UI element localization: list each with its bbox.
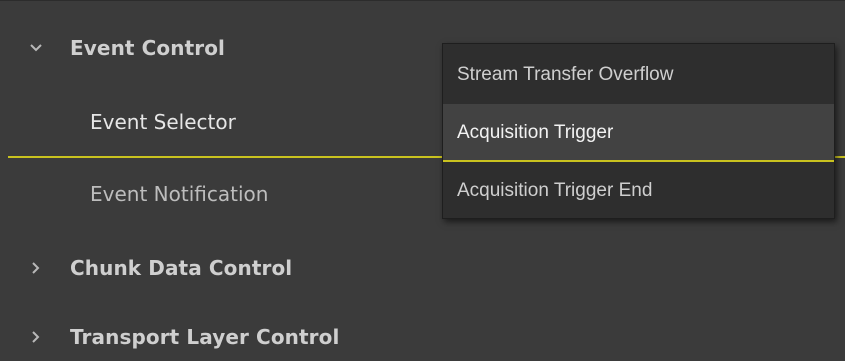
- tree-group-label: Event Control: [70, 36, 226, 60]
- tree-group-transport-layer-control[interactable]: Transport Layer Control: [0, 302, 845, 361]
- chevron-right-icon[interactable]: [28, 260, 44, 276]
- dropdown-option-highlighted[interactable]: Acquisition Trigger: [443, 104, 834, 162]
- dropdown-option[interactable]: Stream Transfer Overflow: [443, 46, 834, 104]
- dropdown-option[interactable]: Acquisition Trigger End: [443, 162, 834, 220]
- tree-item-label: Event Selector: [90, 110, 236, 134]
- tree-group-chunk-data-control[interactable]: Chunk Data Control: [0, 233, 845, 303]
- chevron-down-icon[interactable]: [28, 40, 44, 56]
- feature-tree-panel: Event Control Event Selector Event Notif…: [0, 0, 845, 361]
- event-selector-dropdown[interactable]: Stream Transfer Overflow Acquisition Tri…: [442, 43, 835, 219]
- tree-group-label: Transport Layer Control: [70, 325, 340, 349]
- tree-group-label: Chunk Data Control: [70, 256, 293, 280]
- tree-item-label: Event Notification: [90, 182, 269, 206]
- chevron-right-icon[interactable]: [28, 329, 44, 345]
